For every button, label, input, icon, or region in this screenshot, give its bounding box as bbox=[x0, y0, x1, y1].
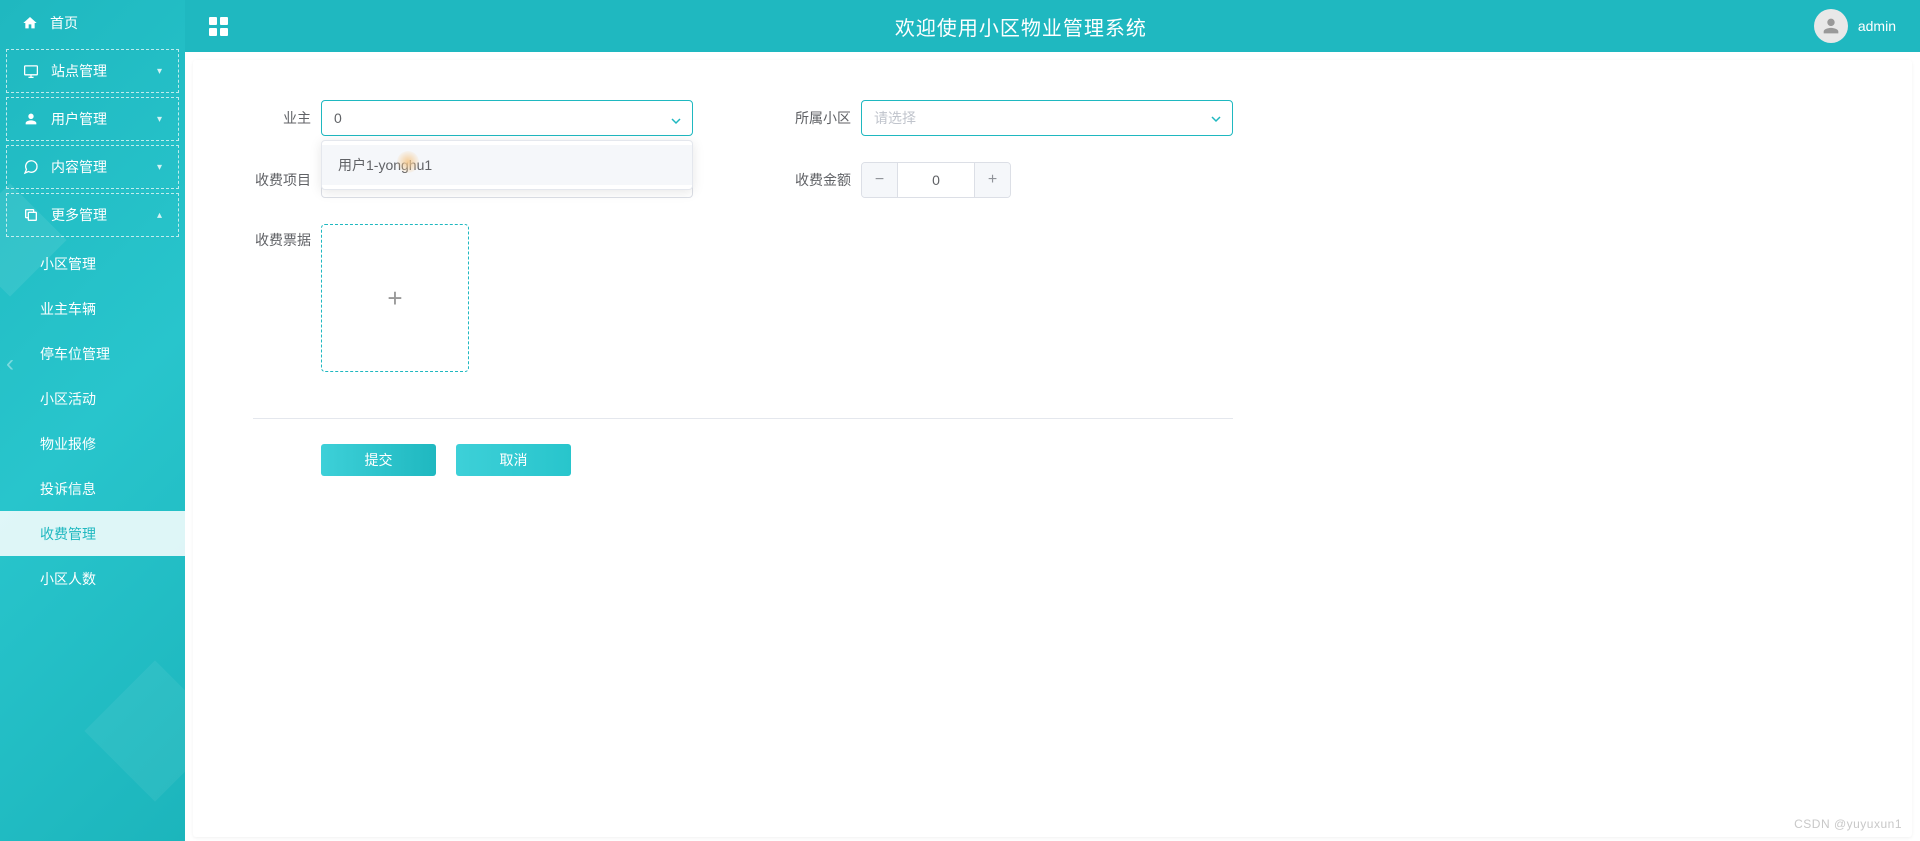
community-label: 所属小区 bbox=[793, 108, 851, 128]
sidebar-item-community-activity[interactable]: 小区活动 bbox=[0, 376, 185, 421]
chevron-down-icon: ▾ bbox=[157, 114, 162, 125]
chevron-down-icon: ▾ bbox=[157, 162, 162, 173]
sidebar-submenu: 小区管理 业主车辆 停车位管理 小区活动 物业报修 投诉信息 收费管理 小区人数 bbox=[0, 241, 185, 601]
cancel-button[interactable]: 取消 bbox=[456, 444, 571, 476]
avatar bbox=[1814, 9, 1848, 43]
form-row-receipt: 收费票据 + bbox=[253, 224, 1233, 372]
sidebar-collapse-handle[interactable]: ‹ bbox=[6, 350, 14, 378]
fee-amount-value[interactable]: 0 bbox=[898, 163, 974, 197]
button-row: 提交 取消 bbox=[253, 444, 1852, 476]
copy-icon bbox=[23, 207, 39, 223]
user-menu[interactable]: admin bbox=[1814, 9, 1896, 43]
chevron-up-icon: ▴ bbox=[157, 210, 162, 221]
form-row-owner: 业主 0 用户1-yonghu1 bbox=[253, 100, 693, 136]
owner-dropdown: 用户1-yonghu1 bbox=[321, 140, 693, 190]
message-icon bbox=[23, 159, 39, 175]
sidebar-item-label: 停车位管理 bbox=[40, 344, 110, 364]
user-icon bbox=[23, 111, 39, 127]
sidebar-user-manage[interactable]: 用户管理 ▾ bbox=[6, 97, 179, 141]
owner-select-value: 0 bbox=[334, 110, 342, 126]
sidebar-item-label: 小区人数 bbox=[40, 569, 96, 589]
form-row-fee-amount: 收费金额 − 0 + bbox=[793, 162, 1233, 198]
fee-amount-stepper: − 0 + bbox=[861, 162, 1011, 198]
sidebar-item-label: 更多管理 bbox=[51, 205, 157, 225]
sidebar-item-fee-manage[interactable]: 收费管理 bbox=[0, 511, 185, 556]
decrease-button[interactable]: − bbox=[862, 163, 898, 197]
apps-icon[interactable] bbox=[209, 17, 228, 36]
owner-select[interactable]: 0 bbox=[321, 100, 693, 136]
sidebar-item-community-manage[interactable]: 小区管理 bbox=[0, 241, 185, 286]
community-select[interactable]: 请选择 bbox=[861, 100, 1233, 136]
chevron-down-icon bbox=[1210, 112, 1222, 128]
sidebar-item-label: 站点管理 bbox=[51, 61, 157, 81]
sidebar: 首页 站点管理 ▾ 用户管理 ▾ 内容管理 ▾ 更多管理 ▴ 小区管理 业主车辆… bbox=[0, 0, 185, 841]
plus-icon: + bbox=[387, 283, 402, 314]
sidebar-item-label: 投诉信息 bbox=[40, 479, 96, 499]
sidebar-home-label: 首页 bbox=[50, 13, 78, 33]
page-title: 欢迎使用小区物业管理系统 bbox=[228, 12, 1814, 41]
fee-amount-label: 收费金额 bbox=[793, 170, 851, 190]
receipt-upload[interactable]: + bbox=[321, 224, 469, 372]
sidebar-home[interactable]: 首页 bbox=[0, 0, 185, 45]
increase-button[interactable]: + bbox=[974, 163, 1010, 197]
sidebar-item-label: 小区活动 bbox=[40, 389, 96, 409]
dropdown-option-label: 用户1-yonghu1 bbox=[338, 157, 432, 173]
monitor-icon bbox=[23, 64, 39, 78]
sidebar-item-label: 收费管理 bbox=[40, 524, 96, 544]
topbar: 欢迎使用小区物业管理系统 admin bbox=[185, 0, 1920, 52]
username: admin bbox=[1858, 18, 1896, 34]
divider bbox=[253, 418, 1233, 419]
watermark: CSDN @yuyuxun1 bbox=[1794, 817, 1902, 831]
owner-label: 业主 bbox=[253, 108, 311, 128]
sidebar-item-label: 小区管理 bbox=[40, 254, 96, 274]
chevron-up-icon bbox=[670, 112, 682, 128]
sidebar-more-manage[interactable]: 更多管理 ▴ bbox=[6, 193, 179, 237]
owner-dropdown-option[interactable]: 用户1-yonghu1 bbox=[322, 145, 692, 185]
sidebar-content-manage[interactable]: 内容管理 ▾ bbox=[6, 145, 179, 189]
sidebar-item-parking-manage[interactable]: 停车位管理 bbox=[0, 331, 185, 376]
community-select-placeholder: 请选择 bbox=[874, 108, 916, 128]
form-row-community: 所属小区 请选择 bbox=[793, 100, 1233, 136]
form-card: 业主 0 用户1-yonghu1 bbox=[193, 60, 1912, 837]
fee-item-label: 收费项目 bbox=[253, 170, 311, 190]
sidebar-item-repair[interactable]: 物业报修 bbox=[0, 421, 185, 466]
sidebar-item-owner-vehicle[interactable]: 业主车辆 bbox=[0, 286, 185, 331]
sidebar-item-complaint[interactable]: 投诉信息 bbox=[0, 466, 185, 511]
submit-button[interactable]: 提交 bbox=[321, 444, 436, 476]
home-icon bbox=[22, 15, 38, 31]
sidebar-item-label: 物业报修 bbox=[40, 434, 96, 454]
sidebar-site-manage[interactable]: 站点管理 ▾ bbox=[6, 49, 179, 93]
main-content: 业主 0 用户1-yonghu1 bbox=[185, 52, 1920, 841]
chevron-down-icon: ▾ bbox=[157, 66, 162, 77]
sidebar-item-label: 用户管理 bbox=[51, 109, 157, 129]
sidebar-item-label: 内容管理 bbox=[51, 157, 157, 177]
receipt-label: 收费票据 bbox=[253, 224, 311, 250]
sidebar-item-population[interactable]: 小区人数 bbox=[0, 556, 185, 601]
sidebar-item-label: 业主车辆 bbox=[40, 299, 96, 319]
